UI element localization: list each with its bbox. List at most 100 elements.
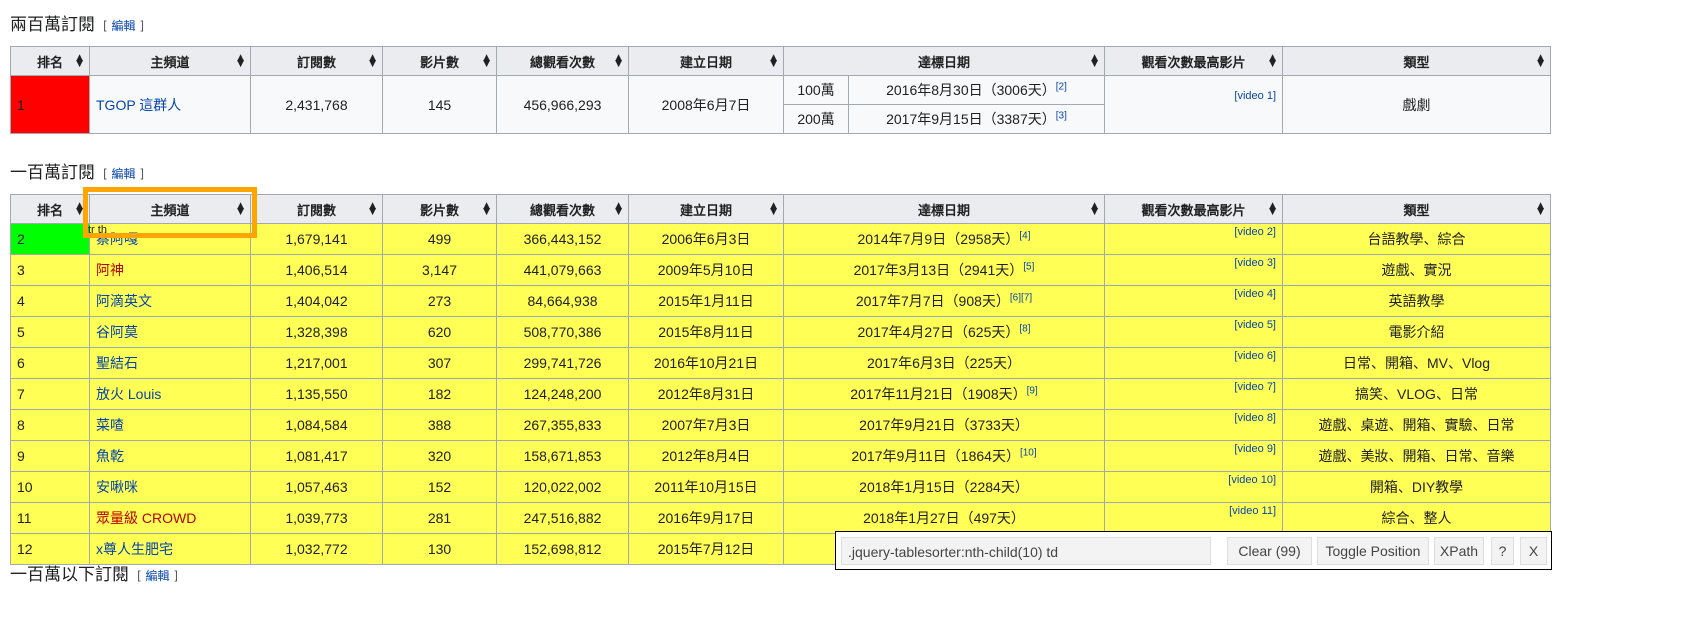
channel-link[interactable]: 阿神 <box>96 262 124 278</box>
sort-icon[interactable]: ▲ ▼ <box>615 54 622 69</box>
sort-icon[interactable]: ▲ ▼ <box>76 54 83 69</box>
header-views[interactable]: 總觀看次數 ▲ ▼ <box>496 46 629 76</box>
video-link[interactable]: [video 1] <box>1234 90 1276 102</box>
table-row: 5 谷阿莫 1,328,398 620 508,770,386 2015年8月11日 201… <box>10 316 1551 348</box>
videos-cell: 320 <box>382 440 497 472</box>
video-link[interactable]: [video 10] <box>1228 474 1276 486</box>
video-link[interactable]: [video 2] <box>1234 226 1276 238</box>
ref-link[interactable]: [10] <box>1020 447 1037 458</box>
clear-button[interactable]: Clear (99) <box>1227 537 1312 565</box>
header-type[interactable]: 類型 ▲ ▼ <box>1282 194 1551 224</box>
type-cell: 開箱、DIY教學 <box>1282 471 1551 503</box>
header-milestone-date[interactable]: 達標日期 ▲ ▼ <box>782 46 1106 76</box>
video-link[interactable]: [video 3] <box>1234 257 1276 269</box>
edit-link[interactable]: 編輯 <box>146 569 170 583</box>
edit-link[interactable]: 編輯 <box>112 167 136 181</box>
close-button[interactable]: X <box>1520 537 1547 565</box>
sort-icon[interactable]: ▲ ▼ <box>615 202 622 217</box>
video-link[interactable]: [video 9] <box>1234 443 1276 455</box>
sort-icon[interactable]: ▲ ▼ <box>770 202 777 217</box>
subs-cell: 1,032,772 <box>250 533 383 565</box>
sort-icon[interactable]: ▲ ▼ <box>237 202 244 217</box>
created-cell: 2011年10月15日 <box>628 471 784 503</box>
video-link[interactable]: [video 11] <box>1229 505 1276 517</box>
channel-link[interactable]: 眾量級 CROWD <box>96 510 196 526</box>
sort-icon[interactable]: ▲ ▼ <box>76 202 83 217</box>
type-cell: 搞笑、VLOG、日常 <box>1282 378 1551 410</box>
sort-icon[interactable]: ▲ ▼ <box>1537 54 1544 69</box>
ref-link[interactable]: [4] <box>1019 230 1030 241</box>
header-created[interactable]: 建立日期 ▲ ▼ <box>628 46 784 76</box>
toggle-position-button[interactable]: Toggle Position <box>1317 537 1429 565</box>
sort-icon[interactable]: ▲ ▼ <box>1269 54 1276 69</box>
rank-cell: 5 <box>10 316 90 348</box>
selector-toolbar: .jquery-tablesorter:nth-child(10) td Cle… <box>835 531 1552 570</box>
video-link[interactable]: [video 5] <box>1234 319 1276 331</box>
header-videos[interactable]: 影片數 ▲ ▼ <box>382 194 497 224</box>
sort-icon[interactable]: ▲ ▼ <box>369 54 376 69</box>
channel-link[interactable]: TGOP 這群人 <box>96 97 181 113</box>
sort-icon[interactable]: ▲ ▼ <box>770 54 777 69</box>
sort-icon[interactable]: ▲ ▼ <box>1537 202 1544 217</box>
table-row: 2 蔡阿嘎 1,679,141 499 366,443,152 2006年6月3日 2014… <box>10 223 1551 255</box>
help-button[interactable]: ? <box>1491 537 1514 565</box>
ref-link[interactable]: [3] <box>1056 110 1067 121</box>
header-channel[interactable]: 主頻道 ▲ ▼ <box>89 194 251 224</box>
header-type[interactable]: 類型 ▲ ▼ <box>1282 46 1552 76</box>
sort-icon[interactable]: ▲ ▼ <box>1269 202 1276 217</box>
header-subs[interactable]: 訂閱數 ▲ ▼ <box>250 194 383 224</box>
views-cell: 152,698,812 <box>496 533 629 565</box>
header-rank[interactable]: 排名 ▲ ▼ <box>10 46 90 76</box>
type-cell: 台語教學、綜合 <box>1282 223 1551 255</box>
channel-link[interactable]: 放火 Louis <box>96 386 161 402</box>
type-cell: 日常、開箱、MV、Vlog <box>1282 347 1551 379</box>
sort-icon[interactable]: ▲ ▼ <box>1091 54 1098 69</box>
channel-link[interactable]: 安啾咪 <box>96 479 138 495</box>
ref-link[interactable]: [2] <box>1056 81 1067 92</box>
sort-icon[interactable]: ▲ ▼ <box>483 202 490 217</box>
ref-link[interactable]: [9] <box>1027 385 1038 396</box>
sort-icon[interactable]: ▲ ▼ <box>483 54 490 69</box>
xpath-button[interactable]: XPath <box>1434 537 1484 565</box>
header-top-video[interactable]: 觀看次數最高影片 ▲ ▼ <box>1104 194 1283 224</box>
header-subs[interactable]: 訂閱數 ▲ ▼ <box>250 46 383 76</box>
channel-link[interactable]: 菜喳 <box>96 417 124 433</box>
sort-icon[interactable]: ▲ ▼ <box>237 54 244 69</box>
type-cell: 戲劇 <box>1282 75 1552 134</box>
section-heading-1m: 一百萬訂閱[ 編輯 ] <box>10 163 145 183</box>
header-videos[interactable]: 影片數 ▲ ▼ <box>382 46 497 76</box>
header-channel[interactable]: 主頻道 ▲ ▼ <box>89 46 251 76</box>
header-top-video[interactable]: 觀看次數最高影片 ▲ ▼ <box>1104 46 1284 76</box>
videos-cell: 281 <box>382 502 497 534</box>
header-rank[interactable]: 排名 ▲ ▼ <box>10 194 90 224</box>
rank-cell: 10 <box>10 471 90 503</box>
selector-input[interactable]: .jquery-tablesorter:nth-child(10) td <box>841 537 1211 565</box>
video-link[interactable]: [video 8] <box>1234 412 1276 424</box>
ref-link[interactable]: [5] <box>1023 261 1034 272</box>
video-link[interactable]: [video 7] <box>1234 381 1276 393</box>
channel-link[interactable]: 阿滴英文 <box>96 293 152 309</box>
videos-cell: 145 <box>382 75 497 134</box>
header-milestone-date[interactable]: 達標日期 ▲ ▼ <box>783 194 1105 224</box>
channel-link[interactable]: 谷阿莫 <box>96 324 138 340</box>
channel-link[interactable]: 蔡阿嘎 <box>96 231 138 247</box>
channel-link[interactable]: x尊人生肥宅 <box>96 541 173 557</box>
ref-link[interactable]: [8] <box>1019 323 1030 334</box>
rank-cell: 11 <box>10 502 90 534</box>
subs-cell: 1,057,463 <box>250 471 383 503</box>
subs-cell: 1,039,773 <box>250 502 383 534</box>
sort-icon[interactable]: ▲ ▼ <box>1091 202 1098 217</box>
channel-link[interactable]: 聖結石 <box>96 355 138 371</box>
rank-cell: 9 <box>10 440 90 472</box>
rank-cell: 7 <box>10 378 90 410</box>
edit-link[interactable]: 編輯 <box>112 19 136 33</box>
header-created[interactable]: 建立日期 ▲ ▼ <box>628 194 784 224</box>
table-row: 6 聖結石 1,217,001 307 299,741,726 2016年10月21日 20… <box>10 347 1551 379</box>
subs-cell: 1,406,514 <box>250 254 383 286</box>
video-link[interactable]: [video 4] <box>1234 288 1276 300</box>
channel-link[interactable]: 魚乾 <box>96 448 124 464</box>
ref-link[interactable]: [6][7] <box>1010 292 1032 303</box>
header-views[interactable]: 總觀看次數 ▲ ▼ <box>496 194 629 224</box>
sort-icon[interactable]: ▲ ▼ <box>369 202 376 217</box>
video-link[interactable]: [video 6] <box>1234 350 1276 362</box>
